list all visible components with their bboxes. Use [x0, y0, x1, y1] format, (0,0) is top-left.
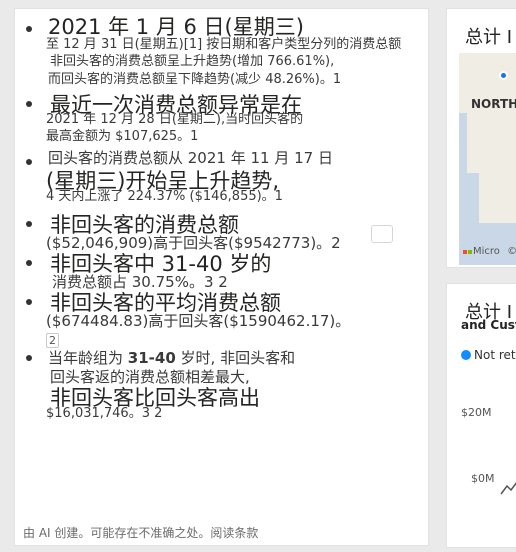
map-point-marker[interactable]	[499, 71, 508, 80]
bullet-marker	[26, 355, 32, 361]
bullet-detail: ($52,046,909)高于回头客($9542773)。2	[46, 234, 341, 252]
bullet-detail: 非回头客的消费总额呈上升趋势(增加 766.61%),	[50, 54, 335, 69]
bullet-marker	[26, 299, 32, 305]
ai-disclaimer: 由 AI 创建。可能存在不准确之处。阅读条款	[23, 524, 258, 541]
bullet-detail: 消费总额占 30.75%。3 2	[52, 273, 228, 291]
bullet-subline: 当年龄组为 31-40 岁时, 非回头客和	[48, 349, 296, 367]
bullet-marker	[26, 260, 32, 266]
bullet-detail: ($674484.83)高于回头客($1590462.17)。	[46, 312, 351, 330]
map-region-label: NORTH	[471, 97, 516, 111]
smart-narrative-panel: 2021 年 1 月 6 日(星期三) 至 12 月 31 日(星期五)[1] …	[14, 8, 429, 546]
bullet-detail: 而回头客的消费总额呈下降趋势(减少 48.26%)。1	[48, 72, 342, 87]
bullet-detail: 4 天内上涨了 224.37% ($146,855)。1	[46, 189, 283, 204]
disclaimer-text: 由 AI 创建。可能存在不准确之处。	[23, 526, 211, 540]
y-axis-tick: $0M	[471, 472, 495, 485]
bullet-marker	[26, 159, 32, 165]
bullet-subline: 回头客返的消费总额相差最大,	[50, 368, 250, 386]
legend-dot	[461, 350, 471, 360]
bullet-subline: 回头客的消费总额从 2021 年 11 月 17 日	[48, 149, 333, 167]
bullet-detail: 最高金额为 $107,625。1	[46, 129, 199, 144]
map-visual-card[interactable]: 总计 I NORTH Micro © 2	[446, 8, 516, 268]
bullet-detail: 至 12 月 31 日(星期五)[1] 按日期和客户类型分列的消费总额	[46, 37, 402, 52]
narrative-bullets: 2021 年 1 月 6 日(星期三) 至 12 月 31 日(星期五)[1] …	[15, 9, 428, 545]
bullet-detail: 2021 年 12 月 28 日(星期二),当时回头客的	[46, 112, 304, 127]
legend-label: Not ret	[474, 348, 516, 362]
map-attribution: Micro © 2	[463, 246, 516, 257]
chart-visual-card[interactable]: 总计 I and Cust Not ret $20M $0M	[446, 283, 516, 548]
y-axis-tick: $20M	[461, 406, 492, 419]
citation-ref[interactable]: 2	[46, 330, 59, 349]
citation-box[interactable]	[371, 225, 393, 243]
bullet-marker	[26, 26, 32, 32]
bullet-marker	[26, 101, 32, 107]
map-canvas[interactable]: NORTH Micro © 2	[459, 53, 516, 265]
card-title: 总计 I	[465, 27, 513, 48]
chart-line-fragment	[500, 482, 516, 495]
chart-legend[interactable]: Not ret	[461, 348, 516, 362]
bullet-marker	[26, 221, 32, 227]
card-subtitle: and Cust	[461, 318, 516, 332]
terms-link[interactable]: 阅读条款	[210, 526, 258, 540]
bullet-detail: $16,031,746。3 2	[46, 406, 163, 421]
